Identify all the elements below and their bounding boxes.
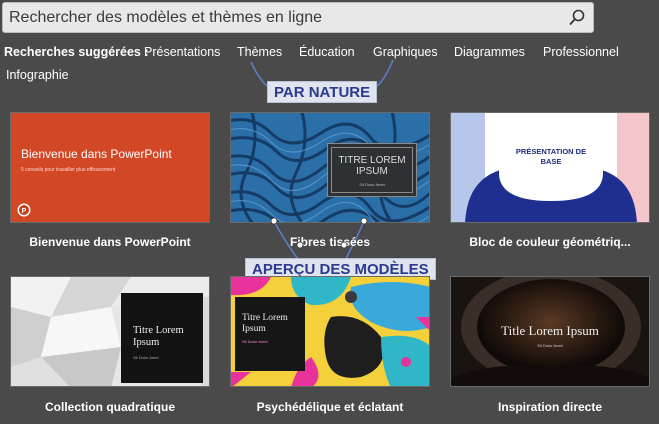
search-icon <box>569 9 585 26</box>
callout-by-nature: PAR NATURE <box>267 81 378 103</box>
template-name-geometric[interactable]: Bloc de couleur géométriq... <box>440 235 659 249</box>
slide-subtitle: 5 conseils pour travailler plus efficace… <box>21 167 116 173</box>
slide-title: TITRE LOREM IPSUM <box>338 155 406 177</box>
suggestion-education[interactable]: Éducation <box>299 45 355 59</box>
template-name-quadratic[interactable]: Collection quadratique <box>0 400 220 414</box>
title-card: Titre Lorem Ipsum Sit Dolor Amet <box>121 293 203 383</box>
slide-title: Titre Lorem Ipsum <box>133 325 184 348</box>
suggestion-presentations[interactable]: Présentations <box>144 45 220 59</box>
suggestion-infographic[interactable]: Infographie <box>6 68 69 82</box>
slide-subtitle: Sit Dolor Amet <box>537 343 563 348</box>
slide-subtitle: Sit Dolor Amet <box>133 355 159 360</box>
slide-title: Title Lorem Ipsum <box>501 323 599 338</box>
search-button[interactable] <box>567 8 587 28</box>
suggestion-diagrams[interactable]: Diagrammes <box>454 45 525 59</box>
slide-title: Bienvenue dans PowerPoint <box>21 147 172 161</box>
suggestion-graphics[interactable]: Graphiques <box>373 45 438 59</box>
template-thumbnail-quadratic[interactable]: Titre Lorem Ipsum Sit Dolor Amet <box>10 276 210 387</box>
suggestion-themes[interactable]: Thèmes <box>237 45 282 59</box>
template-thumbnail-psychedelic[interactable]: Titre Lorem Ipsum Sit Dolor Amet <box>230 276 430 387</box>
slide-subtitle: Sit Dolor Amet <box>359 182 385 187</box>
title-card: Titre Lorem Ipsum Sit Dolor Amet <box>235 297 305 371</box>
template-name-woven-fibers[interactable]: Fibres tissées <box>220 235 440 249</box>
template-name-welcome[interactable]: Bienvenue dans PowerPoint <box>0 235 220 249</box>
template-name-psychedelic[interactable]: Psychédélique et éclatant <box>220 400 440 414</box>
template-search-box <box>2 2 594 33</box>
template-thumbnail-direct-inspiration[interactable]: Title Lorem Ipsum Sit Dolor Amet <box>450 276 650 387</box>
template-thumbnail-geometric[interactable]: PRÉSENTATION DE BASE <box>450 112 650 223</box>
template-thumbnail-welcome[interactable]: Bienvenue dans PowerPoint 5 conseils pou… <box>10 112 210 223</box>
template-thumbnail-woven-fibers[interactable]: TITRE LOREM IPSUM Sit Dolor Amet <box>230 112 430 223</box>
geometric-shapes <box>451 113 649 222</box>
slide-title: PRÉSENTATION DE BASE <box>515 147 587 166</box>
slide-title: Titre Lorem Ipsum <box>242 313 288 334</box>
svg-text:P: P <box>22 208 27 215</box>
slide-subtitle: Sit Dolor Amet <box>242 339 268 344</box>
powerpoint-logo-icon: P <box>17 203 31 217</box>
search-input[interactable] <box>9 6 557 30</box>
suggested-searches-label: Recherches suggérées : <box>4 45 149 59</box>
template-name-direct-inspiration[interactable]: Inspiration directe <box>440 400 659 414</box>
title-frame: TITRE LOREM IPSUM Sit Dolor Amet <box>327 143 417 197</box>
suggestion-professional[interactable]: Professionnel <box>543 45 619 59</box>
